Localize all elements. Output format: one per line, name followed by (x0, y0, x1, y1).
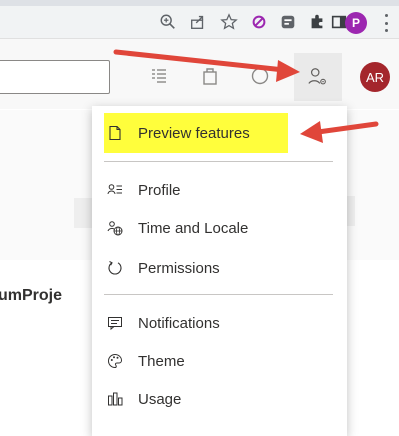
zoom-icon[interactable] (158, 12, 178, 32)
more-icon[interactable] (383, 14, 389, 32)
browser-profile-initial: P (351, 16, 360, 30)
browser-profile-avatar[interactable]: P (345, 12, 367, 34)
extension-blocked-icon[interactable] (249, 12, 269, 32)
refresh-icon (106, 259, 124, 277)
menu-divider (104, 161, 333, 162)
menu-item-label: Profile (138, 181, 181, 199)
user-initials: AR (365, 69, 385, 85)
browser-tab-strip-edge (0, 0, 399, 6)
menu-item-permissions[interactable]: Permissions (92, 250, 347, 286)
browser-toolbar: P (0, 0, 399, 39)
extension-icon[interactable] (278, 12, 298, 32)
usage-chart-icon (106, 390, 124, 408)
notification-icon (106, 314, 124, 332)
menu-item-label: Usage (138, 390, 182, 408)
star-icon[interactable] (219, 12, 239, 32)
menu-item-label: Theme (138, 352, 185, 370)
menu-item-label: Preview features (138, 124, 250, 142)
user-settings-icon (308, 68, 326, 85)
menu-item-preview-features[interactable]: Preview features (92, 115, 347, 151)
menu-item-label: Time and Locale (138, 219, 249, 237)
share-icon[interactable] (188, 12, 208, 32)
shopping-bag-icon[interactable] (198, 64, 222, 88)
globe-person-icon (106, 219, 124, 237)
list-icon[interactable] (147, 64, 171, 88)
menu-item-profile[interactable]: Profile (92, 172, 347, 208)
app-header: AR (0, 39, 399, 109)
menu-item-label: Permissions (138, 259, 220, 277)
project-name: umProje (0, 287, 63, 304)
help-icon[interactable] (248, 64, 272, 88)
menu-item-usage[interactable]: Usage (92, 381, 347, 417)
palette-icon (106, 352, 124, 370)
user-avatar[interactable]: AR (360, 62, 390, 92)
menu-item-time-and-locale[interactable]: Time and Locale (92, 210, 347, 246)
menu-divider (104, 294, 333, 295)
menu-item-label: Notifications (138, 314, 220, 332)
search-input[interactable] (0, 60, 110, 94)
puzzle-icon[interactable] (307, 12, 327, 32)
page-icon (106, 124, 124, 142)
menu-item-theme[interactable]: Theme (92, 343, 347, 379)
user-settings-button[interactable] (294, 53, 342, 101)
profile-list-icon (106, 181, 124, 199)
user-settings-menu: Preview features Profile Time and Locale… (92, 106, 347, 436)
menu-item-notifications[interactable]: Notifications (92, 305, 347, 341)
